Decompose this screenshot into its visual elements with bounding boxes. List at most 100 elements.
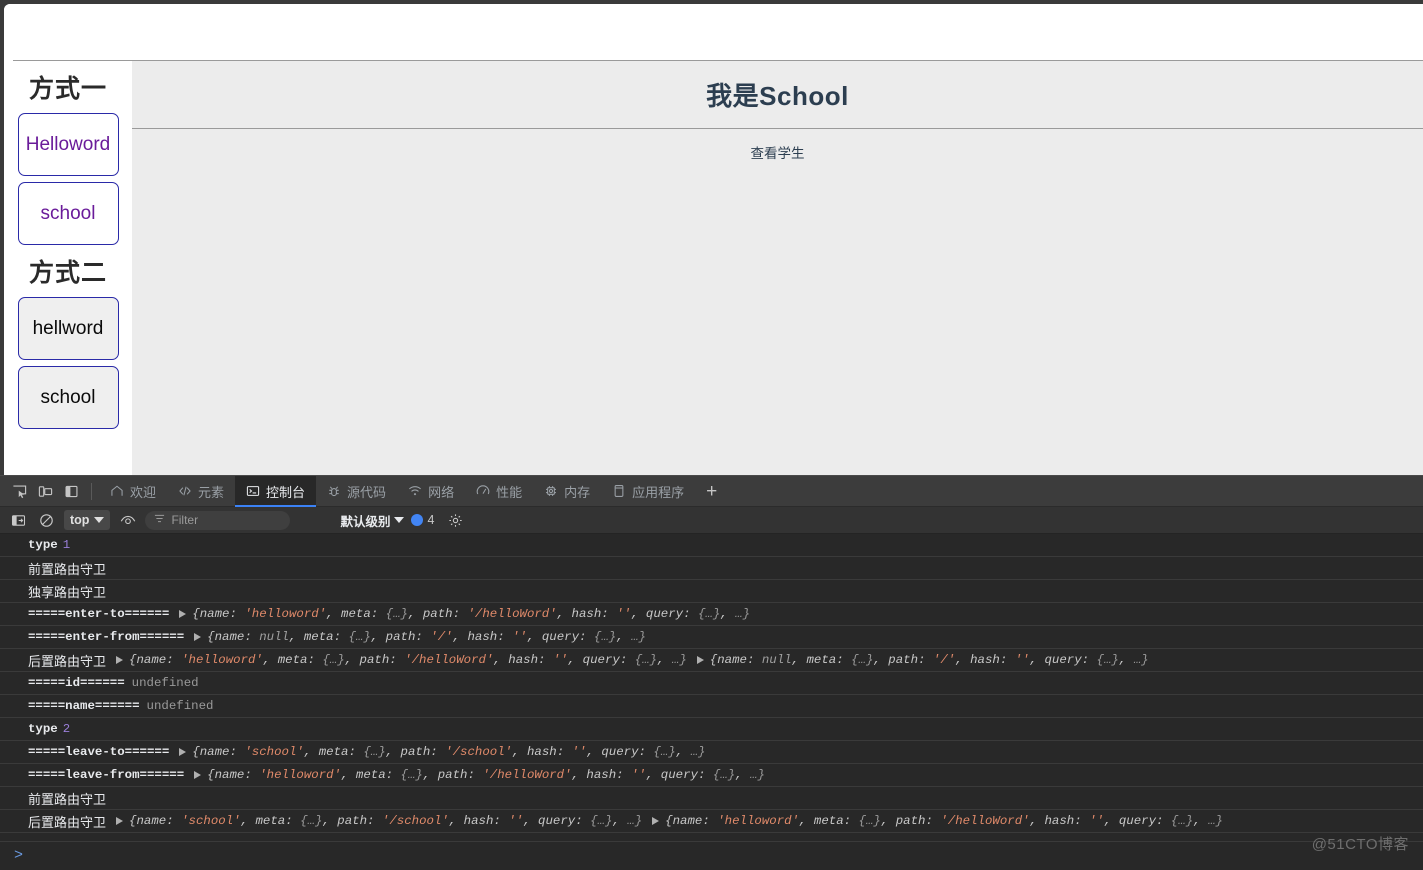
console-prompt[interactable]: > — [0, 841, 1423, 868]
console-object-preview: {name: 'helloword', meta: {…}, path: '/h… — [192, 607, 751, 621]
console-undefined-value: undefined — [146, 699, 214, 713]
wifi-icon — [408, 484, 422, 498]
console-row-label: 前置路由守卫 — [28, 561, 107, 577]
console-row-label: =====enter-to====== — [28, 607, 170, 621]
tab-application[interactable]: 应用程序 — [601, 476, 695, 507]
phone-icon — [612, 484, 626, 498]
sidebar-heading-two: 方式二 — [28, 259, 107, 287]
filter-placeholder: Filter — [171, 513, 199, 527]
console-filter-input[interactable]: Filter — [145, 510, 291, 530]
console-object[interactable]: {name: null, meta: {…}, path: '/', hash:… — [696, 653, 1149, 667]
expand-triangle-icon[interactable] — [696, 656, 704, 664]
console-row-label: =====leave-from====== — [28, 768, 185, 782]
nav-button-hellword[interactable]: hellword — [17, 297, 119, 360]
console-object-preview: {name: 'helloword', meta: {…}, path: '/h… — [665, 814, 1223, 828]
view-students-link[interactable]: 查看学生 — [751, 146, 805, 161]
console-row-label: =====id====== — [28, 676, 125, 690]
nav-button-school[interactable]: school — [17, 366, 119, 429]
tab-elements[interactable]: 元素 — [167, 476, 235, 507]
console-row-label: 独享路由守卫 — [28, 584, 107, 600]
home-icon — [110, 484, 124, 498]
page-top-bar — [4, 4, 1423, 61]
expand-triangle-icon[interactable] — [116, 656, 124, 664]
console-log-row[interactable]: type 2 — [0, 718, 1423, 741]
inspect-element-icon[interactable] — [6, 478, 32, 504]
console-log-row[interactable]: =====leave-to====== {name: 'school', meta… — [0, 741, 1423, 764]
browser-window-frame: 方式一 Helloword school 方式二 hellword school… — [0, 0, 1423, 870]
console-log-row[interactable]: type 1 — [0, 534, 1423, 557]
code-brackets-icon — [178, 484, 192, 498]
toolbar-divider — [91, 482, 92, 500]
nav-link-school[interactable]: school — [17, 182, 119, 245]
chevron-down-icon — [394, 517, 405, 523]
tab-label: 应用程序 — [632, 484, 685, 500]
console-filter-toolbar: top Filter 默认级别 4 — [0, 507, 1423, 534]
console-object-preview: {name: null, meta: {…}, path: '/', hash:… — [709, 653, 1149, 667]
console-object[interactable]: {name: 'school', meta: {…}, path: '/scho… — [116, 814, 642, 828]
message-count-value: 4 — [427, 513, 435, 527]
execution-context-value: top — [70, 513, 90, 527]
filter-lines-icon — [154, 513, 165, 527]
console-object[interactable]: {name: 'helloword', meta: {…}, path: '/h… — [116, 653, 687, 667]
horizontal-rule — [13, 60, 1423, 61]
tab-network[interactable]: 网络 — [397, 476, 465, 507]
tab-label: 欢迎 — [130, 484, 157, 500]
tab-welcome[interactable]: 欢迎 — [99, 476, 167, 507]
console-log-row[interactable]: 后置路由守卫 {name: 'helloword', meta: {…}, pat… — [0, 649, 1423, 672]
tab-sources[interactable]: 源代码 — [316, 476, 397, 507]
add-panel-button[interactable]: + — [695, 482, 728, 501]
console-object-preview: {name: 'helloword', meta: {…}, path: '/h… — [129, 653, 687, 667]
nav-link-helloword[interactable]: Helloword — [17, 113, 119, 176]
console-log-row[interactable]: =====enter-to====== {name: 'helloword', m… — [0, 603, 1423, 626]
chip-icon — [544, 484, 558, 498]
show-console-sidebar-icon[interactable] — [8, 510, 29, 531]
expand-triangle-icon[interactable] — [179, 610, 187, 618]
message-count-badge[interactable]: 4 — [411, 513, 434, 527]
console-terminal-icon — [246, 484, 260, 498]
device-toolbar-icon[interactable] — [32, 478, 58, 504]
console-object-preview: {name: 'school', meta: {…}, path: '/scho… — [192, 745, 706, 759]
console-log-row[interactable]: 独享路由守卫 — [0, 580, 1423, 603]
console-log-row[interactable]: 前置路由守卫 — [0, 787, 1423, 810]
log-level-dropdown[interactable]: 默认级别 — [340, 511, 405, 530]
console-log-row[interactable]: =====leave-from====== {name: 'helloword',… — [0, 764, 1423, 787]
main-content: 查看学生 — [132, 129, 1423, 475]
console-log-list[interactable]: type 1 前置路由守卫 独享路由守卫 =====enter-to====== {nam… — [0, 534, 1423, 841]
expand-triangle-icon[interactable] — [194, 771, 202, 779]
live-expression-icon[interactable] — [117, 510, 138, 531]
expand-triangle-icon[interactable] — [179, 748, 187, 756]
console-object[interactable]: {name: null, meta: {…}, path: '/', hash:… — [194, 630, 646, 644]
console-object[interactable]: {name: 'helloword', meta: {…}, path: '/h… — [179, 607, 750, 621]
router-view-main: 我是School 查看学生 — [132, 61, 1423, 475]
console-undefined-value: undefined — [131, 676, 199, 690]
devtools-panel: 欢迎 元素 控制台 源代码 网络 性能 内存 应用程序 + top Filter… — [0, 475, 1423, 870]
sidebar: 方式一 Helloword school 方式二 hellword school — [4, 61, 132, 475]
expand-triangle-icon[interactable] — [194, 633, 202, 641]
console-object[interactable]: {name: 'helloword', meta: {…}, path: '/h… — [652, 814, 1223, 828]
console-log-row[interactable]: 前置路由守卫 — [0, 557, 1423, 580]
tab-label: 内存 — [564, 484, 591, 500]
dock-side-icon[interactable] — [58, 478, 84, 504]
main-header: 我是School — [132, 61, 1423, 129]
console-row-label: 后置路由守卫 — [28, 653, 107, 669]
console-log-row[interactable]: =====enter-from====== {name: null, meta: … — [0, 626, 1423, 649]
console-log-row[interactable]: =====name====== undefined — [0, 695, 1423, 718]
tab-memory[interactable]: 内存 — [533, 476, 601, 507]
gear-icon[interactable] — [445, 510, 466, 531]
console-object[interactable]: {name: 'school', meta: {…}, path: '/scho… — [179, 745, 705, 759]
console-log-row[interactable]: 后置路由守卫 {name: 'school', meta: {…}, path: … — [0, 810, 1423, 833]
expand-triangle-icon[interactable] — [116, 817, 124, 825]
page-viewport: 方式一 Helloword school 方式二 hellword school… — [4, 4, 1423, 475]
console-object[interactable]: {name: 'helloword', meta: {…}, path: '/h… — [194, 768, 765, 782]
tab-performance[interactable]: 性能 — [465, 476, 533, 507]
clear-console-icon[interactable] — [36, 510, 57, 531]
console-log-row[interactable]: =====id====== undefined — [0, 672, 1423, 695]
info-badge-icon — [411, 514, 424, 526]
console-object-preview: {name: null, meta: {…}, path: '/', hash:… — [207, 630, 646, 644]
page-title: 我是School — [706, 81, 849, 111]
execution-context-dropdown[interactable]: top — [64, 510, 111, 530]
app-body: 方式一 Helloword school 方式二 hellword school… — [4, 61, 1423, 475]
expand-triangle-icon[interactable] — [652, 817, 660, 825]
console-row-label: 前置路由守卫 — [28, 791, 107, 807]
tab-console[interactable]: 控制台 — [235, 475, 317, 507]
